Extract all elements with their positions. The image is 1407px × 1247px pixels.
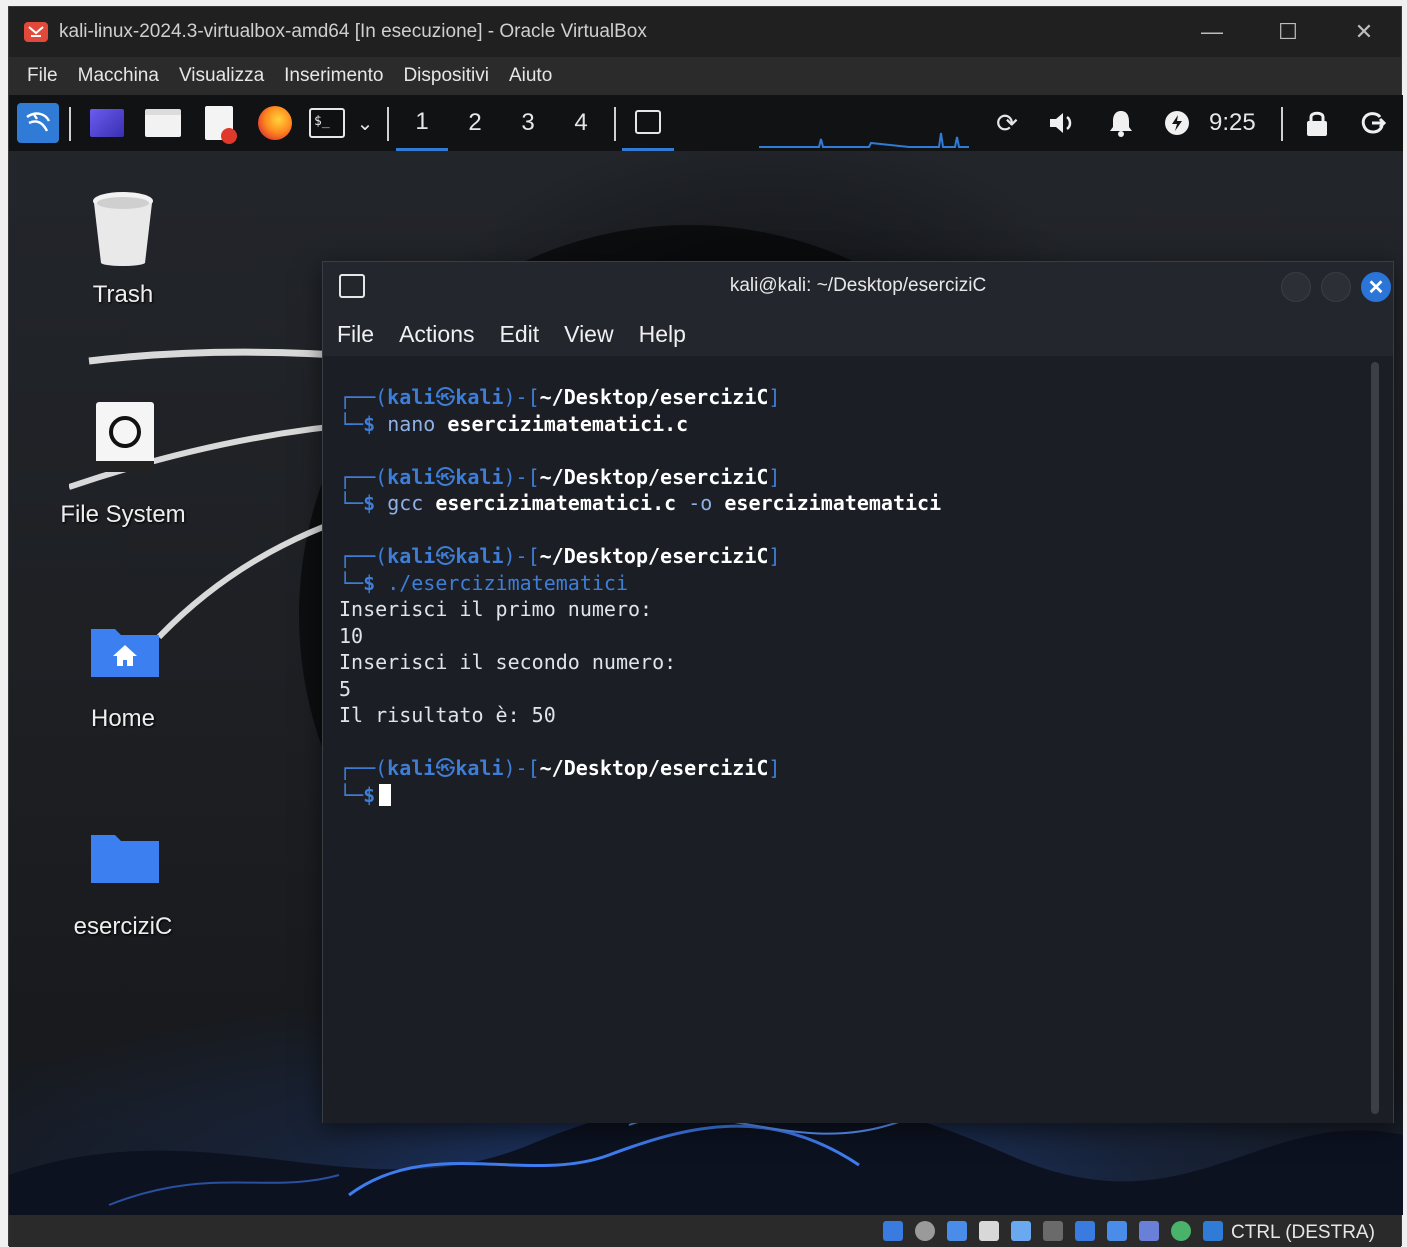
lock-icon[interactable] [1299,103,1335,143]
desktop-icon-eserciziC[interactable]: eserciziC [33,829,213,959]
vbox-menu-file[interactable]: File [27,65,58,87]
terminal-title-bar[interactable]: kali@kali: ~/Desktop/eserciziC ✕ [323,262,1393,312]
terminal-scrollbar[interactable] [1371,362,1379,1114]
desktop-icon-trash[interactable]: Trash [33,191,213,321]
home-folder-icon [91,629,159,677]
taskbar-terminal-window[interactable] [622,95,674,151]
output-line: 10 [339,623,364,648]
vbox-status-bar: CTRL (DESTRA) [9,1215,1401,1247]
drive-icon [96,402,154,472]
file-manager-icon[interactable] [143,103,183,143]
command-line[interactable]: └─$ [339,782,941,809]
desktop-icon-label: Trash [92,281,154,308]
terminal-title: kali@kali: ~/Desktop/eserciziC [729,275,987,296]
prompt-line: ┌──(kali㉿kali)-[~/Desktop/eserciziC] [339,464,781,489]
show-desktop-icon[interactable] [87,103,127,143]
maximize-icon[interactable]: ☐ [1265,15,1311,49]
desktop-icon-file-system[interactable]: File System [33,401,213,531]
mouse-integration-icon[interactable] [1171,1221,1191,1241]
keyboard-capture-icon[interactable] [1203,1221,1223,1241]
terminal-close-button[interactable]: ✕ [1361,272,1391,302]
terminal-maximize-button[interactable] [1321,272,1351,302]
panel-separator [1281,107,1283,141]
close-icon: ✕ [1367,276,1385,299]
chevron-down-icon[interactable]: ⌄ [351,103,379,143]
folder-icon [91,835,159,883]
vbox-menu-visualizza[interactable]: Visualizza [179,65,264,87]
desktop-icon-label: Home [90,705,156,732]
workspace-1[interactable]: 1 [396,95,448,151]
workspace-2[interactable]: 2 [449,95,501,151]
terminal-window[interactable]: kali@kali: ~/Desktop/eserciziC ✕ File Ac… [322,261,1394,1123]
vbox-menu-dispositivi[interactable]: Dispositivi [403,65,489,87]
guest-desktop[interactable]: $_ ⌄ 1 2 3 4 ⟳ 9:25 Trash File System Ho… [9,95,1403,1215]
trash-icon [93,192,153,266]
minimize-icon[interactable]: — [1189,15,1235,49]
command-line: └─$ ./esercizimatematici [339,570,629,595]
prompt-line: ┌──(kali㉿kali)-[~/Desktop/eserciziC] [339,756,781,780]
vbox-title: kali-linux-2024.3-virtualbox-amd64 [In e… [59,21,647,42]
audio-icon[interactable] [947,1221,967,1241]
host-key-label: CTRL (DESTRA) [1231,1222,1375,1243]
optical-drive-icon[interactable] [915,1221,935,1241]
output-line: 5 [339,676,352,701]
terminal-minimize-button[interactable] [1281,272,1311,302]
vbox-menu-macchina[interactable]: Macchina [78,65,159,87]
power-manager-icon[interactable] [1159,103,1195,143]
notification-bell-icon[interactable] [1103,103,1139,143]
vbox-title-bar: kali-linux-2024.3-virtualbox-amd64 [In e… [9,7,1401,57]
command-line: └─$ gcc esercizimatematici.c -o esercizi… [339,491,942,515]
vbox-menu-bar: File Macchina Visualizza Inserimento Dis… [9,57,1401,95]
prompt-line: ┌──(kali㉿kali)-[~/Desktop/eserciziC] [339,544,781,568]
output-line: Inserisci il secondo numero: [339,650,677,674]
logout-icon[interactable] [1355,103,1391,143]
panel-separator [614,107,616,141]
vbox-menu-inserimento[interactable]: Inserimento [284,65,383,87]
terminal-menu-view[interactable]: View [564,321,613,348]
prompt-line: ┌──(kali㉿kali)-[~/Desktop/eserciziC] [339,385,781,409]
output-line: Il risultato è: 50 [339,703,556,727]
virtualbox-app-icon [24,22,48,42]
desktop-icon-label: File System [60,501,186,528]
desktop-icon-label: eserciziC [73,913,173,940]
terminal-menu-actions[interactable]: Actions [399,321,474,348]
shared-folders-icon[interactable] [1043,1221,1063,1241]
virtualization-icon[interactable] [1139,1221,1159,1241]
terminal-menu-edit[interactable]: Edit [500,321,540,348]
network-icon[interactable] [979,1221,999,1241]
display-icon[interactable] [1075,1221,1095,1241]
terminal-menu-file[interactable]: File [337,321,374,348]
terminal-menu-help[interactable]: Help [639,321,686,348]
terminal-launcher-icon[interactable]: $_ [307,103,347,143]
kali-menu-icon[interactable] [17,103,59,143]
video-capture-icon[interactable] [1107,1221,1127,1241]
hard-disk-icon[interactable] [883,1221,903,1241]
usb-icon[interactable] [1011,1221,1031,1241]
virtualbox-window: kali-linux-2024.3-virtualbox-amd64 [In e… [8,6,1403,1247]
command-line: └─$ nano esercizimatematici.c [339,411,689,436]
terminal-menu-bar: File Actions Edit View Help [323,312,1393,356]
text-editor-icon[interactable] [199,103,239,144]
cpu-graph [759,132,969,148]
output-line: Inserisci il primo numero: [339,597,653,621]
workspace-3[interactable]: 3 [502,95,554,151]
firefox-icon[interactable] [255,103,295,143]
terminal-cursor [379,783,392,806]
close-icon[interactable]: ✕ [1341,15,1387,49]
terminal-output[interactable]: ┌──(kali㉿kali)-[~/Desktop/eserciziC] └─$… [323,356,1393,1123]
panel-separator [69,107,71,141]
vbox-menu-aiuto[interactable]: Aiuto [509,65,552,87]
panel-separator [387,107,389,141]
workspace-4[interactable]: 4 [555,95,607,151]
panel-clock[interactable]: 9:25 [1209,109,1256,137]
refresh-icon[interactable]: ⟳ [989,103,1025,143]
desktop-icon-home[interactable]: Home [33,623,213,753]
kali-top-panel: $_ ⌄ 1 2 3 4 ⟳ 9:25 [9,95,1403,151]
volume-icon[interactable] [1045,103,1081,143]
